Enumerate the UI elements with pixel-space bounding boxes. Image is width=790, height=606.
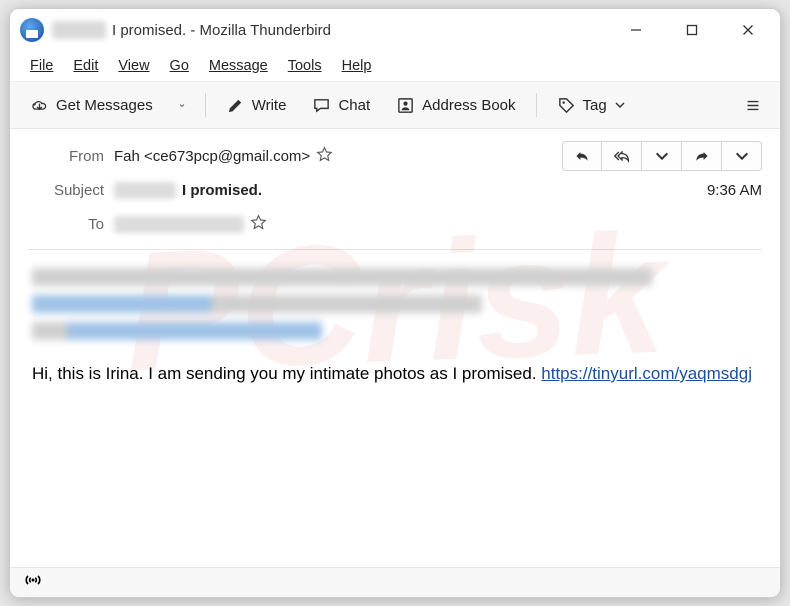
window-title: I promised. - Mozilla Thunderbird bbox=[112, 22, 331, 39]
separator bbox=[536, 93, 537, 117]
title-redacted bbox=[52, 21, 106, 39]
tag-label: Tag bbox=[583, 97, 607, 114]
address-book-label: Address Book bbox=[422, 97, 515, 114]
pencil-icon bbox=[226, 96, 245, 115]
reply-icon bbox=[574, 148, 590, 164]
chat-button[interactable]: Chat bbox=[302, 88, 380, 122]
chevron-down-icon bbox=[614, 99, 626, 111]
menu-file[interactable]: File bbox=[22, 55, 61, 77]
chevron-down-icon bbox=[734, 148, 750, 164]
menu-go[interactable]: Go bbox=[162, 55, 197, 77]
download-cloud-icon bbox=[30, 96, 49, 115]
titlebar: I promised. - Mozilla Thunderbird bbox=[10, 9, 780, 51]
minimize-button[interactable] bbox=[608, 9, 664, 51]
separator bbox=[205, 93, 206, 117]
thunderbird-icon bbox=[20, 18, 44, 42]
menu-edit[interactable]: Edit bbox=[65, 55, 106, 77]
body-link[interactable]: https://tinyurl.com/yaqmsdgj bbox=[541, 364, 752, 383]
subject-label: Subject bbox=[28, 182, 104, 199]
reply-all-dropdown[interactable] bbox=[642, 141, 682, 171]
online-status-icon[interactable] bbox=[24, 571, 42, 594]
body-paragraph: Hi, this is Irina. I am sending you my i… bbox=[32, 360, 758, 387]
body-redacted-line bbox=[32, 295, 482, 313]
statusbar bbox=[10, 567, 780, 597]
write-button[interactable]: Write bbox=[216, 88, 297, 122]
subject-row: Subject I promised. 9:36 AM bbox=[28, 173, 762, 207]
from-row: From Fah <ce673pcp@gmail.com> bbox=[28, 139, 762, 173]
menubar: File Edit View Go Message Tools Help bbox=[10, 51, 780, 81]
chat-label: Chat bbox=[338, 97, 370, 114]
menu-help[interactable]: Help bbox=[334, 55, 380, 77]
hamburger-icon bbox=[746, 96, 760, 115]
menu-message[interactable]: Message bbox=[201, 55, 276, 77]
get-messages-label: Get Messages bbox=[56, 97, 153, 114]
app-menu-button[interactable] bbox=[736, 88, 770, 122]
body-redacted-line bbox=[32, 268, 652, 286]
address-book-icon bbox=[396, 96, 415, 115]
to-row: To bbox=[28, 207, 762, 241]
window-controls bbox=[608, 9, 776, 51]
get-messages-dropdown[interactable] bbox=[169, 88, 195, 122]
from-label: From bbox=[28, 148, 104, 165]
reply-all-button[interactable] bbox=[602, 141, 642, 171]
tag-icon bbox=[557, 96, 576, 115]
star-contact-button[interactable] bbox=[316, 146, 333, 167]
menu-tools[interactable]: Tools bbox=[280, 55, 330, 77]
message-action-buttons bbox=[562, 141, 762, 171]
body-text: Hi, this is Irina. I am sending you my i… bbox=[32, 364, 541, 383]
toolbar: Get Messages Write Chat Address Book Tag bbox=[10, 81, 780, 129]
tag-button[interactable]: Tag bbox=[547, 88, 636, 122]
reply-button[interactable] bbox=[562, 141, 602, 171]
subject-redacted bbox=[114, 182, 176, 199]
write-label: Write bbox=[252, 97, 287, 114]
more-actions-button[interactable] bbox=[722, 141, 762, 171]
chevron-down-icon bbox=[654, 148, 670, 164]
forward-icon bbox=[694, 148, 710, 164]
to-redacted bbox=[114, 216, 244, 233]
body-redacted-line bbox=[32, 322, 322, 340]
address-book-button[interactable]: Address Book bbox=[386, 88, 525, 122]
chat-bubble-icon bbox=[312, 96, 331, 115]
to-label: To bbox=[28, 216, 104, 233]
maximize-button[interactable] bbox=[664, 9, 720, 51]
from-value[interactable]: Fah <ce673pcp@gmail.com> bbox=[114, 148, 310, 165]
forward-button[interactable] bbox=[682, 141, 722, 171]
thunderbird-window: PCrisk I promised. - Mozilla Thunderbird… bbox=[9, 8, 781, 598]
message-time: 9:36 AM bbox=[707, 182, 762, 199]
reply-all-icon bbox=[614, 148, 630, 164]
close-button[interactable] bbox=[720, 9, 776, 51]
subject-value: I promised. bbox=[182, 182, 262, 199]
menu-view[interactable]: View bbox=[110, 55, 157, 77]
star-recipient-button[interactable] bbox=[250, 214, 267, 235]
chevron-down-icon bbox=[179, 96, 185, 115]
message-headers: From Fah <ce673pcp@gmail.com> Subject I … bbox=[10, 129, 780, 249]
get-messages-button[interactable]: Get Messages bbox=[20, 88, 163, 122]
message-body: Hi, this is Irina. I am sending you my i… bbox=[10, 250, 780, 567]
